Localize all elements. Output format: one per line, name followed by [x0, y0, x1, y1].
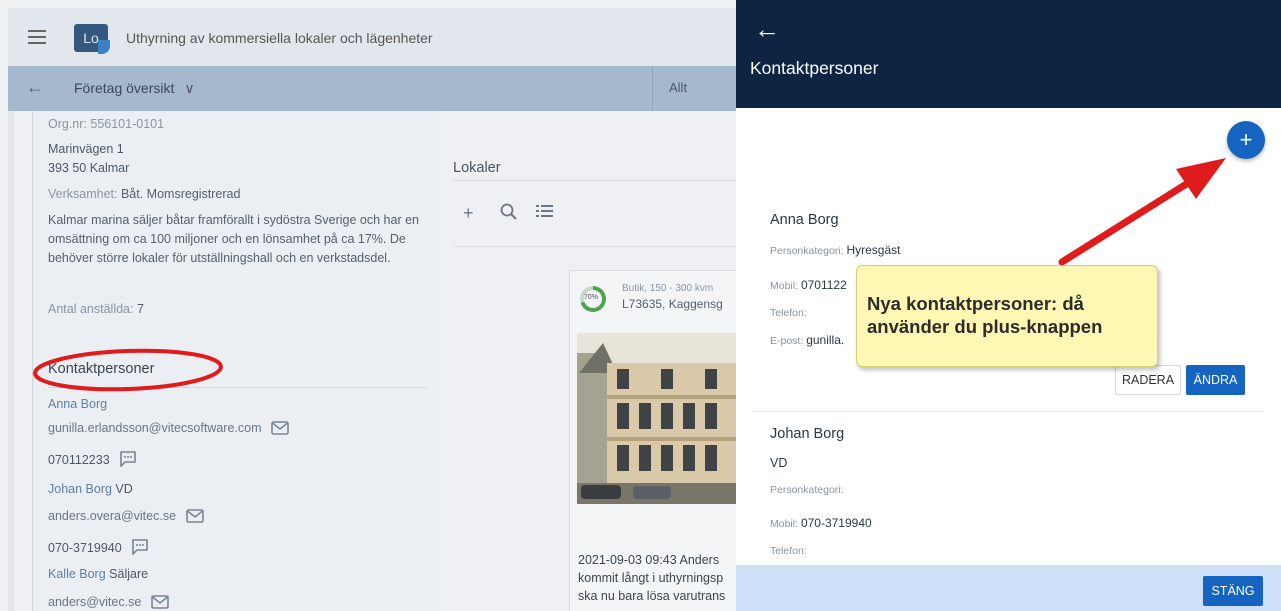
company-description: Kalmar marina säljer båtar framförallt i…: [48, 213, 419, 265]
property-photo: [577, 333, 736, 504]
sms-icon[interactable]: [131, 539, 149, 555]
lokaler-heading: Lokaler: [453, 160, 501, 176]
add-contact-button[interactable]: +: [1227, 121, 1265, 159]
company-card: Org.nr: 556101-0101 Marinvägen 1 393 50 …: [32, 111, 440, 611]
mail-icon[interactable]: [150, 595, 169, 609]
contact-link-anna[interactable]: Anna Borg: [48, 397, 107, 411]
contact-role: Säljare: [109, 567, 149, 581]
contact-category: Personkategori:: [770, 484, 844, 496]
drawer-footer: STÄNG: [736, 565, 1281, 611]
contact-name: Anna Borg: [770, 212, 839, 228]
logo-mark: [98, 40, 110, 54]
contact-phone-row: 070112233: [48, 451, 137, 467]
contact-role: VD: [115, 482, 133, 496]
contact-email: gunilla.erlandsson@vitecsoftware.com: [48, 421, 262, 435]
callout-line: Nya kontaktpersoner: då: [867, 293, 1084, 314]
category-value: Hyresgäst: [846, 243, 901, 257]
tip-callout: Nya kontaktpersoner: då använder du plus…: [856, 265, 1158, 367]
contacts-divider: [48, 387, 426, 388]
drawer-title: Kontaktpersoner: [750, 58, 879, 78]
contact-role: VD: [770, 456, 788, 470]
search-icon[interactable]: [500, 203, 518, 226]
contacts-heading: Kontaktpersoner: [48, 361, 155, 377]
verksamhet-label: Verksamhet:: [48, 187, 118, 201]
employees-value: 7: [136, 302, 144, 316]
back-arrow-icon[interactable]: ←: [26, 77, 44, 98]
lokaler-divider: [453, 246, 736, 247]
contact-category: Personkategori: Hyresgäst: [770, 243, 901, 257]
page-subbar: ← Företag översikt ∨ Allt: [8, 66, 736, 111]
employees: Antal anställda: 7: [48, 302, 144, 316]
back-arrow-icon[interactable]: ←: [754, 16, 780, 42]
contact-email-row: anders.overa@vitec.se: [48, 509, 204, 523]
contact-phone: 070112233: [48, 453, 110, 467]
contact-kalle-row: Kalle Borg Säljare: [48, 567, 148, 581]
contact-email: E-post: gunilla.: [770, 333, 844, 347]
contact-mobile: Mobil: 0701122: [770, 278, 847, 292]
chevron-down-icon: ∨: [184, 80, 195, 96]
callout-line: använder du plus-knappen: [867, 316, 1103, 337]
contact-name: Johan Borg: [770, 426, 845, 442]
street-address: Marinvägen 1: [48, 142, 124, 156]
contact-phone: 070-3719940: [48, 541, 122, 555]
app-edge: [8, 111, 14, 611]
email-value: gunilla.: [806, 333, 845, 347]
contact-email: anders@vitec.se: [48, 595, 142, 609]
view-selector[interactable]: Företag översikt ∨: [74, 80, 195, 97]
mobile-value: 070-3719940: [800, 516, 872, 530]
contact-link-kalle[interactable]: Kalle Borg: [48, 567, 106, 581]
mobile-label: Mobil:: [770, 280, 799, 292]
note-line: 2021-09-03 09:43 Anders: [578, 553, 720, 567]
menu-icon[interactable]: [28, 30, 46, 44]
note-line: ska nu bara lösa varutrans: [578, 589, 726, 603]
mail-icon[interactable]: [271, 421, 289, 435]
note-line: kommit långt i uthyrningsp: [578, 571, 724, 585]
lokaler-divider: [453, 180, 736, 181]
contact-divider: [752, 411, 1264, 412]
employees-label: Antal anställda:: [48, 302, 134, 316]
edit-button[interactable]: ÄNDRA: [1186, 365, 1245, 395]
sms-icon[interactable]: [119, 451, 137, 467]
contact-mobile: Mobil: 070-3719940: [770, 516, 872, 530]
property-subtitle: Butik, 150 - 300 kvm: [622, 283, 714, 294]
app-title: Uthyrning av kommersiella lokaler och lä…: [126, 30, 433, 46]
contact-phone-label: Telefon:: [770, 307, 807, 319]
org-number: Org.nr: 556101-0101: [48, 117, 165, 131]
verksamhet-value: Båt. Momsregistrerad: [120, 187, 241, 201]
mobile-value: 0701122: [800, 278, 847, 292]
add-icon[interactable]: +: [463, 203, 474, 224]
activity-note: 2021-09-03 09:43 Anders kommit långt i u…: [578, 551, 736, 605]
contact-email-row: gunilla.erlandsson@vitecsoftware.com: [48, 421, 289, 435]
close-button[interactable]: STÄNG: [1203, 576, 1263, 606]
contact-johan-row: Johan Borg VD: [48, 482, 133, 496]
contact-link-johan[interactable]: Johan Borg: [48, 482, 112, 496]
contact-phone-row: 070-3719940: [48, 539, 149, 555]
property-id: L73635, Kaggensg: [622, 297, 723, 311]
filter-select[interactable]: Allt: [652, 66, 736, 111]
drawer-header: ← Kontaktpersoner: [736, 0, 1281, 108]
mail-icon[interactable]: [185, 509, 204, 523]
email-label: E-post:: [770, 335, 804, 347]
view-title: Företag översikt: [74, 80, 175, 96]
app-topbar: Lo Uthyrning av kommersiella lokaler och…: [8, 8, 736, 66]
verksamhet: Verksamhet: Båt. Momsregistrerad: [48, 187, 240, 201]
contact-email-row: anders@vitec.se: [48, 595, 169, 609]
postal-address: 393 50 Kalmar: [48, 161, 130, 175]
mobile-label: Mobil:: [770, 518, 799, 530]
contact-phone-label: Telefon:: [770, 545, 807, 557]
delete-button[interactable]: RADERA: [1115, 365, 1181, 395]
contact-email: anders.overa@vitec.se: [48, 509, 177, 523]
category-label: Personkategori:: [770, 245, 844, 257]
occupancy-label: 70%: [584, 294, 599, 301]
list-icon[interactable]: [536, 203, 554, 224]
